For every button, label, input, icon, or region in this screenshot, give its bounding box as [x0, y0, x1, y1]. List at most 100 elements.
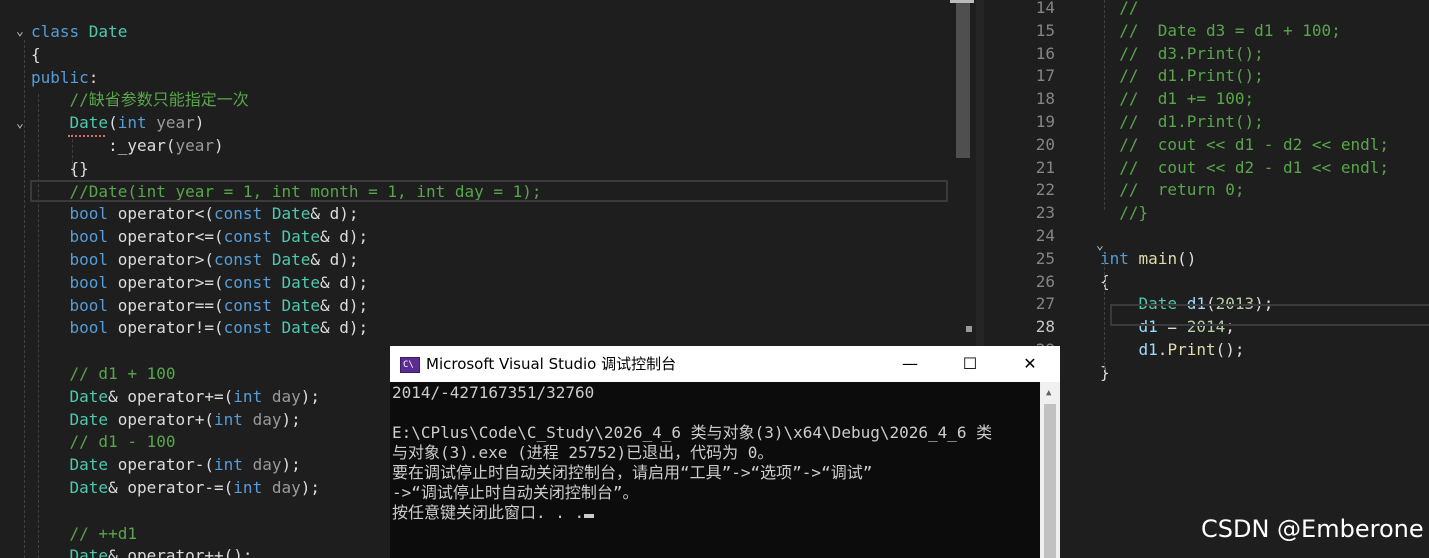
code-line[interactable]: //缺省参数只能指定一次 [31, 88, 249, 111]
code-token: const [223, 318, 282, 338]
code-line[interactable]: Date operator+(int day); [31, 408, 301, 431]
code-token: & d); [319, 227, 369, 247]
code-token: operator==( [108, 295, 224, 315]
indent-guide [1104, 262, 1105, 370]
code-token: Date [271, 204, 311, 224]
code-token: { [31, 44, 41, 64]
code-token: year [146, 113, 195, 133]
code-token: operator-( [108, 455, 215, 475]
code-line[interactable]: //} [1100, 201, 1148, 224]
code-token: ); [300, 386, 320, 406]
code-line[interactable]: // cout << d2 - d1 << endl; [1100, 156, 1389, 179]
code-line[interactable]: :_year(year) [31, 134, 224, 157]
code-token: Date [281, 295, 320, 315]
squiggle-underline [68, 132, 105, 137]
code-token: & d); [310, 250, 359, 269]
line-number: 23 [1035, 203, 1055, 223]
line-number: 19 [1035, 112, 1055, 131]
code-token: main [1138, 248, 1178, 268]
left-scrollbar-thumb[interactable] [956, 2, 970, 158]
code-token: // ++d1 [31, 523, 137, 543]
close-button[interactable]: ✕ [1000, 346, 1060, 382]
console-scrollbar-thumb[interactable] [1044, 404, 1056, 558]
code-token: bool [31, 272, 109, 292]
code-token: Date [88, 22, 128, 41]
code-token: operator<=( [108, 227, 224, 247]
code-token: d1 [1100, 340, 1158, 359]
fold-ctor-icon[interactable]: ⌄ [16, 116, 24, 131]
code-token: operator!=( [108, 318, 224, 338]
code-line[interactable]: Date(int year) [31, 111, 205, 134]
code-line[interactable]: Date& operator+=(int day); [31, 385, 320, 408]
code-token: & operator-=( [108, 478, 234, 497]
code-token: Date [69, 113, 109, 133]
code-line[interactable]: class Date [31, 20, 127, 43]
code-line[interactable]: Date& operator++(); [31, 544, 253, 558]
code-line[interactable]: Date& operator-=(int day); [31, 476, 320, 499]
code-token: & d); [319, 295, 369, 315]
code-line[interactable]: // d1 - 100 [31, 430, 176, 453]
code-token: //缺省参数只能指定一次 [31, 90, 249, 110]
code-line[interactable]: // cout << d1 - d2 << endl; [1100, 133, 1389, 156]
fold-main-icon[interactable]: ⌄ [1096, 238, 1104, 253]
indent-guide [24, 40, 25, 558]
code-line[interactable]: // ++d1 [31, 522, 137, 545]
code-token: const [223, 295, 282, 315]
code-line[interactable]: // d1 + 100 [31, 362, 176, 385]
code-token: Date [31, 409, 109, 429]
line-number: 16 [1035, 43, 1055, 63]
code-line[interactable]: bool operator>=(const Date& d); [31, 271, 369, 294]
code-line[interactable]: {} [31, 157, 89, 180]
minimize-button[interactable]: — [880, 346, 940, 382]
code-token: year [175, 136, 215, 155]
code-token: Date [31, 455, 109, 475]
code-token: Date [31, 546, 109, 558]
code-line[interactable]: // d1.Print(); [1100, 64, 1264, 87]
code-line[interactable]: { [31, 43, 41, 66]
scroll-marker [950, 0, 974, 3]
code-token: {} [31, 158, 89, 178]
code-line[interactable]: // return 0; [1100, 178, 1244, 201]
code-token: . [1157, 340, 1168, 359]
code-line[interactable]: bool operator!=(const Date& d); [31, 316, 369, 339]
code-line[interactable]: d1.Print(); [1100, 338, 1245, 361]
code-line[interactable]: bool operator>(const Date& d); [31, 248, 359, 271]
line-number: 21 [1035, 157, 1055, 177]
code-line[interactable]: bool operator<(const Date& d); [31, 202, 359, 225]
code-line[interactable]: // d1 += 100; [1100, 87, 1254, 110]
code-line[interactable]: // d1.Print(); [1100, 110, 1264, 133]
code-line[interactable]: // Date d3 = d1 + 100; [1100, 19, 1341, 42]
code-token: operator<( [108, 204, 215, 224]
code-token: public [31, 67, 89, 87]
indent-guide [38, 94, 39, 558]
code-line[interactable]: // d3.Print(); [1100, 42, 1264, 65]
code-line[interactable]: bool operator==(const Date& d); [31, 294, 369, 317]
debug-console-window[interactable]: Microsoft Visual Studio 调试控制台 — ☐ ✕ 2014… [390, 346, 1060, 558]
code-line[interactable]: public: [31, 66, 98, 89]
vs-console-icon [400, 357, 420, 373]
code-token: operator>( [108, 250, 215, 269]
line-number: 22 [1035, 180, 1055, 200]
code-token: (); [1215, 340, 1245, 359]
code-token: ); [300, 478, 320, 497]
code-line[interactable]: // [1100, 0, 1138, 19]
code-line[interactable]: Date operator-(int day); [31, 453, 301, 476]
console-prompt-text: 按任意键关闭此窗口. . . [392, 503, 585, 522]
code-line[interactable]: bool operator<=(const Date& d); [31, 225, 369, 248]
code-token: & operator+=( [108, 386, 234, 406]
scroll-up-arrow-icon[interactable]: ▲ [1046, 388, 1051, 398]
code-line[interactable]: int main() [1100, 247, 1196, 270]
code-token: day [242, 409, 282, 429]
csdn-watermark: CSDN @Emberone [1201, 515, 1424, 543]
code-token: const [214, 250, 272, 269]
maximize-button[interactable]: ☐ [940, 346, 1000, 382]
code-token: () [1177, 248, 1197, 268]
console-output-line: 要在调试停止时自动关闭控制台，请启用“工具”->“选项”->“调试” [392, 463, 873, 482]
console-titlebar[interactable]: Microsoft Visual Studio 调试控制台 — ☐ ✕ [390, 346, 1060, 382]
code-token: // Date d3 = d1 + 100; [1100, 20, 1341, 40]
line-number: 15 [1035, 20, 1055, 40]
fold-class-icon[interactable]: ⌄ [16, 24, 24, 39]
console-output-line: 与对象(3).exe (进程 25752)已退出，代码为 0。 [392, 443, 774, 462]
code-token: & d); [310, 204, 359, 224]
